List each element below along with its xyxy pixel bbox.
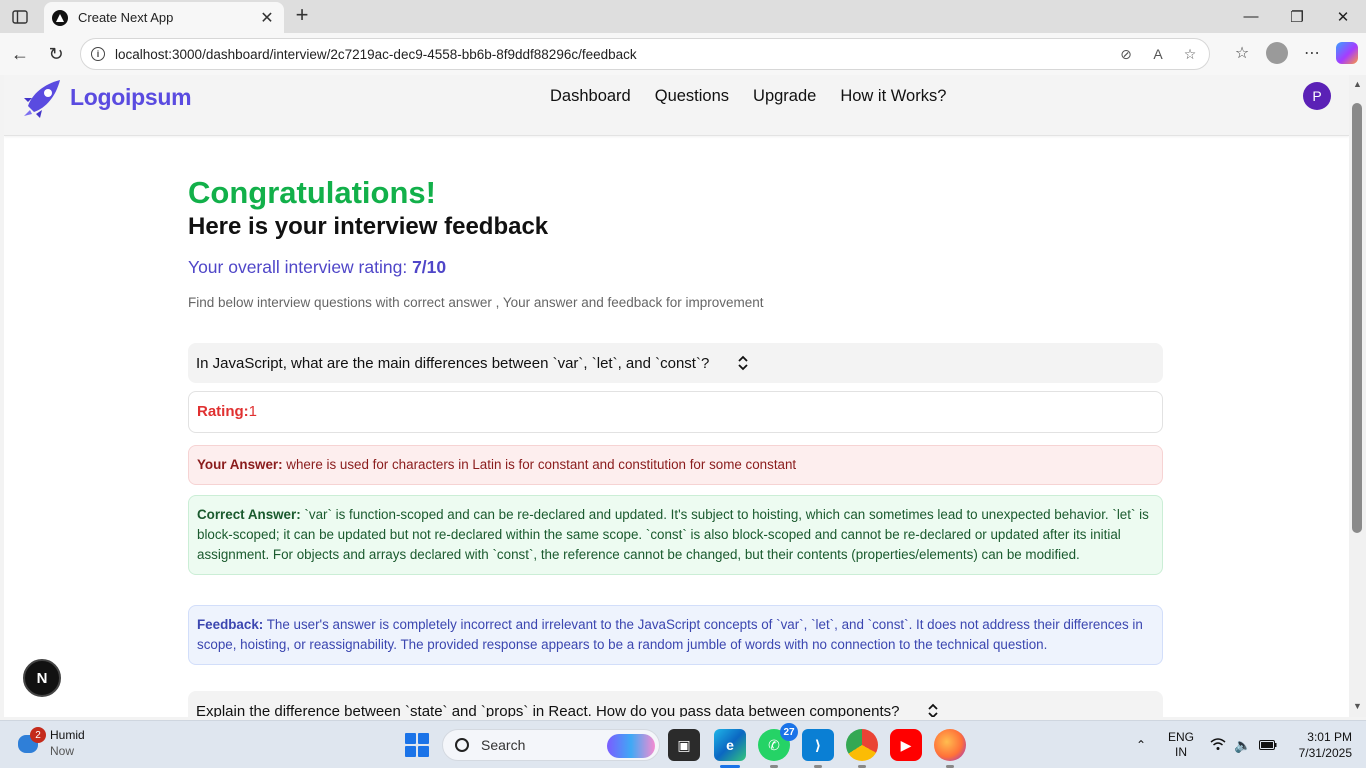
- nextjs-favicon-icon: [52, 9, 68, 26]
- rating-value: 1: [248, 403, 258, 420]
- vscode-icon[interactable]: ⟩: [802, 729, 834, 761]
- camera-blocked-icon[interactable]: ⊘: [1117, 45, 1135, 63]
- system-tray-icons[interactable]: 🔈: [1210, 721, 1277, 768]
- tab-close-icon[interactable]: ✕: [258, 8, 276, 28]
- favorite-star-icon[interactable]: ☆: [1181, 45, 1199, 63]
- question-text: Explain the difference between `state` a…: [196, 702, 900, 718]
- feedback-text: The user's answer is completely incorrec…: [197, 617, 1143, 652]
- tab-title: Create Next App: [78, 10, 174, 25]
- back-icon[interactable]: ←: [8, 42, 32, 66]
- correct-answer-text: `var` is function-scoped and can be re-d…: [197, 507, 1149, 562]
- weather-subtitle: Now: [50, 744, 75, 758]
- page-hint: Find below interview questions with corr…: [188, 295, 764, 310]
- window-controls: — ❐ ✕: [1228, 0, 1366, 33]
- nav-how-it-works[interactable]: How it Works?: [840, 87, 946, 106]
- nav-upgrade[interactable]: Upgrade: [753, 87, 816, 106]
- whatsapp-badge: 27: [780, 723, 798, 741]
- tray-overflow-icon[interactable]: ⌃: [1136, 721, 1146, 768]
- logo-text: Logoipsum: [70, 83, 192, 110]
- language-indicator[interactable]: ENG IN: [1168, 721, 1194, 768]
- browser-toolbar: ← ↻ i localhost:3000/dashboard/interview…: [0, 33, 1366, 75]
- refresh-icon[interactable]: ↻: [44, 42, 68, 66]
- profile-icon[interactable]: [1266, 42, 1288, 64]
- feedback-label: Feedback:: [197, 617, 264, 632]
- weather-badge: 2: [30, 727, 46, 743]
- correct-answer-box: Correct Answer: `var` is function-scoped…: [188, 495, 1163, 575]
- your-answer-label: Your Answer:: [197, 457, 283, 472]
- user-avatar[interactable]: P: [1303, 82, 1331, 110]
- logo[interactable]: Logoipsum: [22, 75, 192, 119]
- taskbar-search[interactable]: Search: [442, 729, 660, 761]
- taskbar: 2 Humid Now Search ▣ e ✆ 27 ⟩ ▶ ⌃ ENG IN…: [0, 720, 1366, 768]
- minimize-icon[interactable]: —: [1228, 0, 1274, 33]
- site-info-icon[interactable]: i: [91, 47, 105, 61]
- start-icon[interactable]: [405, 733, 429, 757]
- clock-time: 3:01 PM: [1307, 730, 1352, 744]
- volume-icon: 🔈: [1234, 736, 1252, 753]
- search-highlight-icon: [607, 734, 655, 758]
- clock[interactable]: 3:01 PM 7/31/2025: [1299, 729, 1352, 761]
- wifi-icon: [1210, 737, 1226, 754]
- scrollbar-thumb[interactable]: [1352, 103, 1362, 533]
- chevron-up-down-icon: [737, 355, 749, 371]
- feedback-box: Feedback: The user's answer is completel…: [188, 605, 1163, 665]
- feedback-summary: Congratulations! Here is your interview …: [188, 175, 1163, 310]
- rocket-logo-icon: [24, 80, 60, 118]
- nav-questions[interactable]: Questions: [655, 87, 729, 106]
- copilot-icon[interactable]: [1336, 42, 1358, 64]
- page-title: Congratulations!: [188, 175, 436, 210]
- page-viewport: Logoipsum Dashboard Questions Upgrade Ho…: [4, 75, 1349, 717]
- page-scrollbar[interactable]: ▲ ▼: [1349, 75, 1366, 717]
- restore-icon[interactable]: ❐: [1274, 0, 1320, 33]
- correct-answer-label: Correct Answer:: [197, 507, 301, 522]
- overall-rating-value: 7/10: [412, 257, 447, 277]
- overall-rating-label: Your overall interview rating:: [188, 257, 408, 277]
- weather-title: Humid: [50, 728, 85, 742]
- clock-date: 7/31/2025: [1298, 746, 1352, 760]
- youtube-icon[interactable]: ▶: [890, 729, 922, 761]
- chrome-icon[interactable]: [846, 729, 878, 761]
- scroll-down-icon[interactable]: ▼: [1353, 701, 1362, 711]
- favorites-icon[interactable]: ☆: [1230, 41, 1254, 65]
- rating-label: Rating:: [197, 403, 249, 420]
- question-collapsible-trigger[interactable]: In JavaScript, what are the main differe…: [188, 343, 1163, 383]
- question-collapsible-trigger-2[interactable]: Explain the difference between `state` a…: [188, 691, 1163, 717]
- weather-widget[interactable]: 2 Humid Now: [14, 727, 85, 759]
- browser-tab-strip: Create Next App ✕ + — ❐ ✕: [0, 0, 1366, 33]
- more-options-icon[interactable]: ⋯: [1300, 41, 1324, 65]
- scroll-up-icon[interactable]: ▲: [1353, 79, 1362, 89]
- url-text[interactable]: localhost:3000/dashboard/interview/2c721…: [115, 47, 1117, 62]
- question-rating: Rating: 1: [188, 391, 1163, 433]
- read-aloud-icon[interactable]: A: [1149, 45, 1167, 63]
- browser-tab-active[interactable]: Create Next App ✕: [44, 2, 284, 33]
- nextjs-dev-indicator-icon[interactable]: N: [23, 659, 61, 697]
- search-icon: [455, 738, 469, 752]
- battery-icon: [1259, 737, 1277, 753]
- window-close-icon[interactable]: ✕: [1320, 0, 1366, 33]
- firefox-icon[interactable]: [934, 729, 966, 761]
- chevron-up-down-icon: [927, 703, 939, 717]
- your-answer-box: Your Answer: where is used for character…: [188, 445, 1163, 485]
- main-nav: Dashboard Questions Upgrade How it Works…: [550, 87, 946, 106]
- weather-icon: 2: [14, 727, 46, 757]
- nav-dashboard[interactable]: Dashboard: [550, 87, 631, 106]
- language-top: ENG: [1168, 730, 1195, 744]
- app-header: Logoipsum Dashboard Questions Upgrade Ho…: [4, 75, 1349, 136]
- tab-actions-icon[interactable]: [8, 6, 32, 28]
- question-text: In JavaScript, what are the main differe…: [196, 354, 710, 372]
- edge-icon[interactable]: e: [714, 729, 746, 761]
- page-subtitle: Here is your interview feedback: [188, 213, 549, 240]
- overall-rating: Your overall interview rating: 7/10: [188, 257, 1163, 278]
- new-tab-icon[interactable]: +: [290, 4, 314, 27]
- address-bar[interactable]: i localhost:3000/dashboard/interview/2c7…: [80, 38, 1210, 70]
- search-placeholder: Search: [481, 737, 526, 753]
- whatsapp-icon[interactable]: ✆ 27: [758, 723, 798, 761]
- task-view-icon[interactable]: ▣: [668, 729, 700, 761]
- your-answer-text: where is used for characters in Latin is…: [286, 457, 797, 472]
- language-bottom: IN: [1175, 745, 1187, 759]
